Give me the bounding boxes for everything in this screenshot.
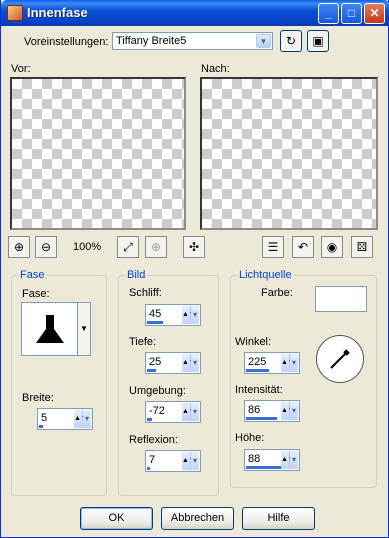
bevel-shape-selector[interactable]: ▼	[21, 302, 91, 356]
window-title: Innenfase	[27, 5, 88, 20]
image-group-title: Bild	[125, 269, 148, 281]
dial-pointer-icon	[330, 349, 350, 369]
spin-up-down-icon[interactable]: ▲▼	[281, 354, 295, 372]
chevron-down-icon[interactable]: ▾	[191, 452, 199, 470]
depth-label: Tiefe:	[129, 336, 157, 348]
spin-up-down-icon[interactable]: ▲▼	[281, 451, 295, 469]
zoom-out-icon[interactable]: ⊖	[35, 236, 57, 258]
spin-up-down-icon[interactable]: ▲▼	[74, 410, 88, 428]
angle-spinner[interactable]: 225 ▲▼ ▾	[244, 352, 300, 374]
elevation-label: Höhe:	[235, 432, 265, 444]
randomize-icon[interactable]: ↻	[280, 30, 302, 52]
chevron-down-icon[interactable]: ▾	[83, 410, 91, 428]
elevation-spinner[interactable]: 88 ▲▼ ▾	[244, 449, 300, 471]
chevron-down-icon[interactable]: ▼	[256, 34, 271, 48]
angle-value: 225	[248, 356, 267, 368]
title-bar[interactable]: Innenfase _ □ ✕	[1, 0, 389, 26]
presets-value: Tiffany Breite5	[116, 35, 187, 47]
smoothness-spinner[interactable]: 45 ▲▼ ▾	[145, 304, 201, 326]
ambience-value: -72	[149, 405, 165, 417]
angle-label: Winkel:	[235, 336, 272, 348]
shininess-label: Reflexion:	[129, 434, 178, 446]
smoothness-value: 45	[149, 308, 162, 320]
close-icon[interactable]: ✕	[364, 3, 385, 24]
shininess-value: 7	[149, 454, 156, 466]
cancel-button[interactable]: Abbrechen	[161, 507, 234, 530]
spin-up-down-icon[interactable]: ▲▼	[182, 452, 196, 470]
chevron-down-icon[interactable]: ▾	[290, 354, 298, 372]
bevel-shape-label: Fase:	[22, 288, 50, 300]
light-group-title: Lichtquelle	[237, 269, 294, 281]
eye-icon[interactable]: ◉	[321, 236, 343, 258]
chevron-down-icon[interactable]: ▾	[191, 354, 199, 372]
intensity-label: Intensität:	[235, 384, 283, 396]
color-label: Farbe:	[261, 287, 293, 299]
depth-value: 25	[149, 356, 162, 368]
dice-icon[interactable]: ⚄	[351, 236, 373, 258]
angle-level-bar	[246, 369, 269, 372]
width-level-bar	[39, 425, 43, 428]
spin-up-down-icon[interactable]: ▲▼	[182, 403, 196, 421]
spin-up-down-icon[interactable]: ▲▼	[281, 402, 295, 420]
light-angle-dial[interactable]	[316, 335, 364, 383]
elevation-value: 88	[248, 453, 261, 465]
dialog-window: Innenfase _ □ ✕ Voreinstellungen: Tiffan…	[0, 0, 389, 538]
width-label: Breite:	[22, 392, 54, 404]
zoom-in-icon[interactable]: ⊕	[8, 236, 30, 258]
minimize-icon[interactable]: _	[318, 3, 339, 24]
chevron-down-icon[interactable]: ▼	[77, 303, 90, 355]
fit-window-icon[interactable]: ⤢	[117, 236, 139, 258]
pan-icon[interactable]: ✣	[183, 236, 205, 258]
width-value: 5	[41, 412, 48, 424]
intensity-spinner[interactable]: 86 ▲▼ ▾	[244, 400, 300, 422]
depth-spinner[interactable]: 25 ▲▼ ▾	[145, 352, 201, 374]
chevron-down-icon[interactable]: ▾	[191, 403, 199, 421]
intensity-value: 86	[248, 404, 261, 416]
light-color-swatch[interactable]	[315, 286, 367, 312]
chevron-down-icon[interactable]: ▾	[290, 451, 298, 469]
presets-label: Voreinstellungen:	[24, 36, 109, 48]
before-preview[interactable]	[10, 77, 186, 230]
ok-button[interactable]: OK	[80, 507, 153, 530]
chevron-down-icon[interactable]: ▾	[191, 306, 199, 324]
shininess-level-bar	[147, 467, 150, 470]
before-label: Vor:	[11, 63, 31, 75]
width-spinner[interactable]: 5 ▲▼ ▾	[37, 408, 93, 430]
help-button[interactable]: Hilfe	[242, 507, 315, 530]
spin-up-down-icon[interactable]: ▲▼	[182, 306, 196, 324]
ambience-label: Umgebung:	[129, 385, 186, 397]
after-preview[interactable]	[200, 77, 378, 230]
smoothness-level-bar	[147, 321, 163, 324]
elevation-level-bar	[246, 466, 281, 469]
save-icon[interactable]: ▣	[307, 30, 329, 52]
reset-icon[interactable]: ↶	[292, 236, 314, 258]
after-label: Nach:	[201, 63, 230, 75]
zoom-disabled-icon: ⊕	[145, 236, 167, 258]
depth-level-bar	[147, 369, 156, 372]
bevel-shape-preview	[36, 315, 64, 343]
ambience-spinner[interactable]: -72 ▲▼ ▾	[145, 401, 201, 423]
intensity-level-bar	[246, 417, 277, 420]
ambience-level-bar	[147, 418, 152, 421]
presets-combo[interactable]: Tiffany Breite5 ▼	[112, 32, 273, 50]
chevron-down-icon[interactable]: ▾	[290, 402, 298, 420]
app-icon	[7, 5, 23, 21]
bevel-group-title: Fase	[18, 269, 47, 281]
smoothness-label: Schliff:	[129, 287, 162, 299]
zoom-level: 100%	[73, 241, 102, 253]
spin-up-down-icon[interactable]: ▲▼	[182, 354, 196, 372]
shininess-spinner[interactable]: 7 ▲▼ ▾	[145, 450, 201, 472]
settings-panel-icon[interactable]: ☰	[262, 236, 284, 258]
maximize-icon[interactable]: □	[341, 3, 362, 24]
